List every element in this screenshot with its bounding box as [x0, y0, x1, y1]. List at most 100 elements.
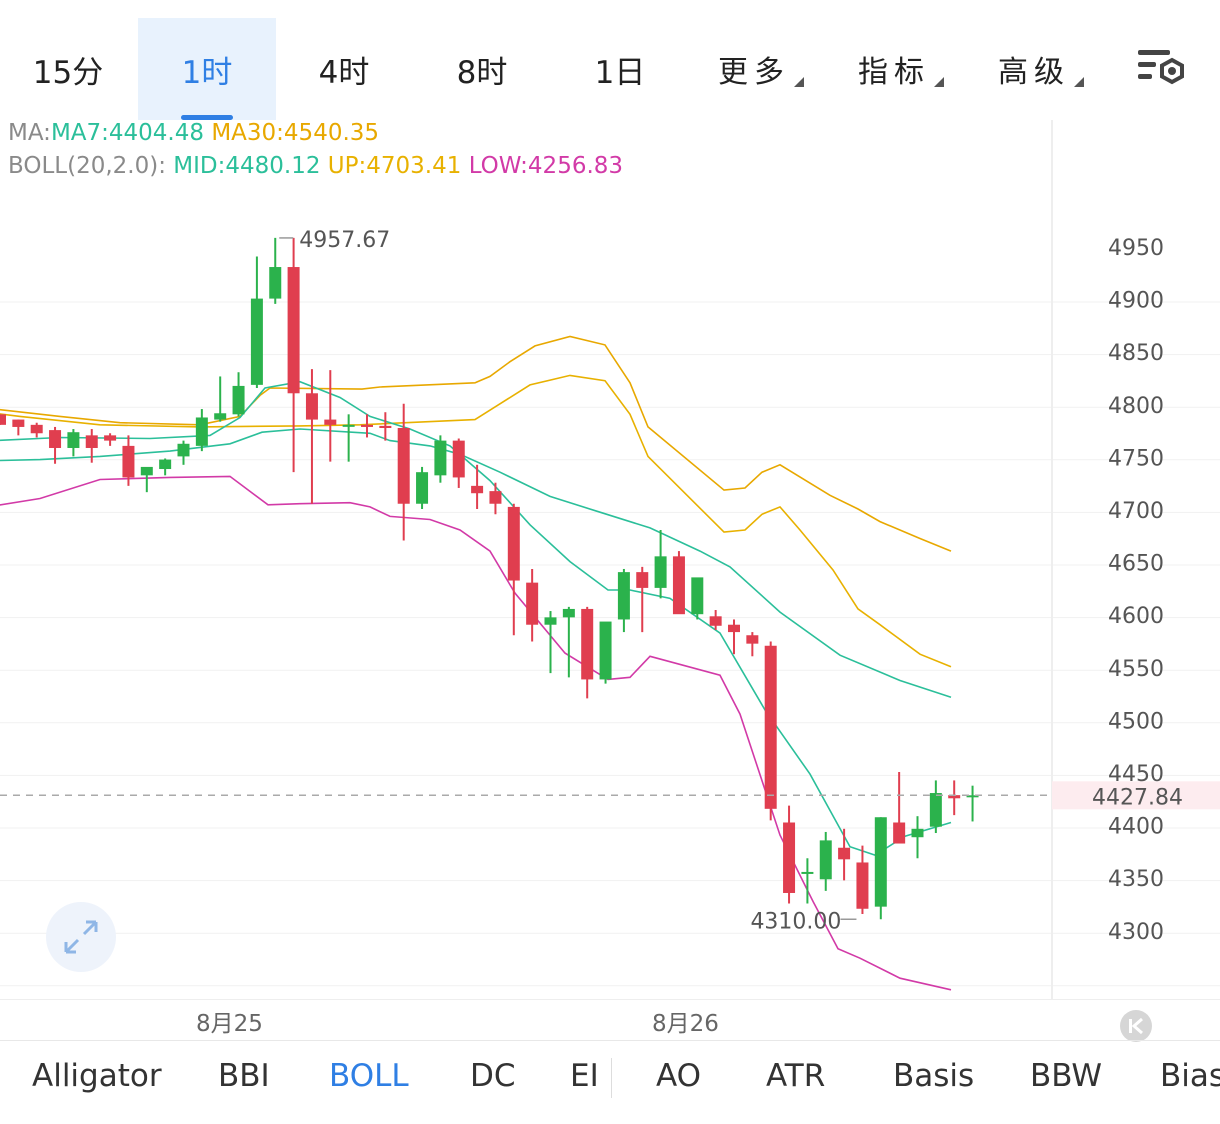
candle-body-down: [838, 847, 851, 860]
price-tick-label: 4750: [1108, 446, 1164, 471]
candle-body-up: [599, 621, 612, 680]
price-tick-label: 4850: [1108, 341, 1164, 366]
candle-body-up: [434, 440, 447, 476]
candle-body-down: [30, 424, 43, 434]
candle-body-up: [250, 298, 263, 385]
candle-body-down: [122, 445, 135, 478]
candle-body-down: [728, 624, 740, 633]
candle-body-down: [305, 393, 318, 420]
date-label-1: 8月26: [652, 1011, 719, 1037]
candle-body-down: [764, 645, 777, 809]
advanced-dropdown-label: 高级: [998, 55, 1070, 90]
candle-body-down: [361, 424, 373, 427]
price-tick-label: 4400: [1108, 815, 1164, 840]
ma30-line: [0, 335, 952, 552]
indicator-bbw[interactable]: BBW: [1030, 1058, 1102, 1094]
tab-1d[interactable]: 1日: [552, 18, 688, 120]
timeframe-tabs: 15分 1时 4时 8时 1日 更多 指标 高级: [0, 0, 1220, 120]
indicator-dc[interactable]: DC: [470, 1058, 516, 1094]
indicator-bbi[interactable]: BBI: [218, 1058, 270, 1094]
price-tick-label: 4500: [1108, 709, 1164, 734]
low-price-label: 4310.00: [750, 909, 841, 934]
chart-settings-icon[interactable]: [1134, 46, 1190, 92]
candle-body-down: [709, 616, 722, 626]
candle-body-down: [0, 414, 6, 425]
indicator-atr[interactable]: ATR: [766, 1058, 825, 1094]
candle-body-down: [471, 485, 484, 494]
candle-body-down: [581, 608, 594, 680]
date-label-0: 8月25: [196, 1011, 263, 1037]
tab-15min-label: 15分: [32, 54, 104, 91]
tab-15min[interactable]: 15分: [0, 18, 136, 120]
candle-body-down: [104, 435, 117, 441]
candle-body-up: [911, 828, 924, 838]
dropdown-triangle-icon: [1074, 77, 1084, 87]
tab-1h[interactable]: 1时: [138, 18, 276, 120]
candle-body-up: [617, 572, 630, 620]
candle-body-up: [342, 424, 355, 427]
indicator-ao[interactable]: AO: [656, 1058, 701, 1094]
candle-body-up: [544, 617, 557, 625]
indicator-alligator[interactable]: Alligator: [32, 1058, 162, 1094]
high-price-label: 4957.67: [299, 228, 390, 253]
candle-body-down: [746, 635, 759, 644]
candle-body-up: [177, 443, 190, 457]
candle-body-down: [526, 582, 539, 625]
candle-body-up: [874, 817, 887, 907]
candle-body-down: [783, 822, 796, 893]
dropdown-triangle-icon: [934, 77, 944, 87]
expand-icon: [64, 920, 98, 954]
more-dropdown-label: 更多: [718, 55, 790, 90]
candle-body-down: [893, 822, 906, 844]
candle-body-up: [195, 417, 208, 446]
candle-body-down: [12, 419, 25, 427]
candle-body-up: [232, 385, 245, 415]
tab-1h-label: 1时: [181, 54, 233, 91]
candle-body-up: [159, 459, 172, 470]
dropdown-triangle-icon: [794, 77, 804, 87]
candle-body-down: [636, 572, 649, 588]
candle-body-down: [397, 427, 410, 504]
scroll-to-latest-button[interactable]: [1120, 1010, 1152, 1042]
candle-body-up: [562, 608, 575, 618]
price-tick-label: 4800: [1108, 394, 1164, 419]
advanced-dropdown[interactable]: 高级: [976, 18, 1106, 120]
candle-body-up: [140, 466, 153, 476]
candle-body-up: [929, 793, 942, 827]
candle-body-up: [801, 871, 814, 874]
more-dropdown[interactable]: 更多: [696, 18, 826, 120]
price-tick-label: 4650: [1108, 552, 1164, 577]
tab-8h[interactable]: 8时: [414, 18, 550, 120]
indicator-ei[interactable]: EI: [570, 1058, 596, 1094]
candle-body-down: [379, 425, 392, 428]
candle-body-up: [416, 472, 429, 504]
tab-8h-label: 8时: [456, 54, 508, 91]
price-tick-label: 4350: [1108, 867, 1164, 892]
candle-body-down: [856, 862, 869, 909]
indicators-dropdown[interactable]: 指标: [836, 18, 966, 120]
candle-body-down: [49, 430, 62, 448]
tab-4h-label: 4时: [318, 54, 370, 91]
candle-body-up: [654, 556, 667, 588]
price-tick-label: 4550: [1108, 657, 1164, 682]
candle-body-up: [214, 413, 227, 420]
candle-body-up: [819, 840, 832, 880]
candle-body-down: [85, 435, 98, 448]
price-tick-label: 4950: [1108, 236, 1164, 261]
indicator-boll[interactable]: BOLL: [329, 1058, 409, 1094]
scroll-to-latest-icon: [1129, 1017, 1143, 1035]
boll-up-line: [0, 374, 952, 668]
indicator-basis[interactable]: Basis: [893, 1058, 974, 1094]
candle-body-down: [672, 556, 685, 615]
candle-body-down: [507, 506, 520, 581]
price-tick-label: 4300: [1108, 920, 1164, 945]
price-tick-label: 4900: [1108, 289, 1164, 314]
current-price-label: 4427.84: [1092, 785, 1183, 810]
indicator-bias[interactable]: Bias: [1160, 1058, 1220, 1094]
candle-body-up: [67, 432, 80, 448]
fullscreen-expand-button[interactable]: [46, 902, 116, 972]
candle-body-down: [324, 419, 337, 425]
candlestick-chart[interactable]: 4957.67 4310.00 4427.84 4950 4900 4850 4800 47…: [0, 120, 1220, 1000]
candles: [0, 237, 979, 920]
tab-4h[interactable]: 4时: [276, 18, 412, 120]
